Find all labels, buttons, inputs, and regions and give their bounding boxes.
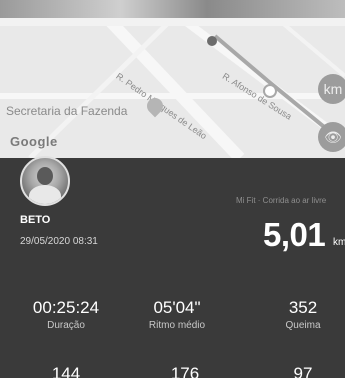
- activity-summary-panel: BETO 29/05/2020 08:31 Mi Fit · Corrida a…: [0, 156, 345, 378]
- avatar-body: [29, 185, 61, 204]
- stat-value: 144: [51, 364, 81, 378]
- stat-duration: 00:25:24 Duração: [11, 298, 121, 331]
- stat-calories: 352 Queima: [248, 298, 345, 331]
- photo-strip: [0, 0, 345, 18]
- visibility-toggle-button[interactable]: 👁: [318, 122, 345, 152]
- km-toggle-button[interactable]: km: [318, 74, 345, 104]
- stat-label: Duração: [47, 320, 85, 331]
- stat-label: Queima: [285, 320, 321, 331]
- stat-metric: 176: [130, 364, 240, 378]
- user-name: BETO: [20, 214, 51, 226]
- stat-value: 00:25:24: [32, 298, 100, 317]
- activity-date: 29/05/2020 08:31: [20, 236, 98, 247]
- stat-metric: 144: [11, 364, 121, 378]
- avatar[interactable]: [20, 156, 70, 206]
- photo-strip-edge: [0, 18, 345, 26]
- avatar-head: [37, 167, 53, 185]
- distance-unit: km: [333, 237, 345, 248]
- stat-metric: 97: [248, 364, 345, 378]
- activity-source: Mi Fit · Corrida ao ar livre: [236, 196, 327, 205]
- stat-value: 05'04": [153, 298, 201, 317]
- stat-value: 352: [288, 298, 318, 317]
- google-logo: Google: [10, 134, 58, 149]
- stat-average-pace: 05'04" Ritmo médio: [122, 298, 232, 331]
- distance-value: 5,01: [263, 216, 326, 253]
- stat-value: 97: [293, 364, 313, 378]
- route-map[interactable]: R. Pedro Marques de Leão R. Afonso de So…: [0, 26, 345, 158]
- km-off-icon: km: [323, 81, 343, 97]
- stat-label: Ritmo médio: [148, 320, 206, 331]
- eye-icon: 👁: [324, 129, 342, 145]
- stat-value: 176: [170, 364, 200, 378]
- place-label: Secretaria da Fazenda: [6, 104, 128, 118]
- activity-screen: R. Pedro Marques de Leão R. Afonso de So…: [0, 0, 345, 378]
